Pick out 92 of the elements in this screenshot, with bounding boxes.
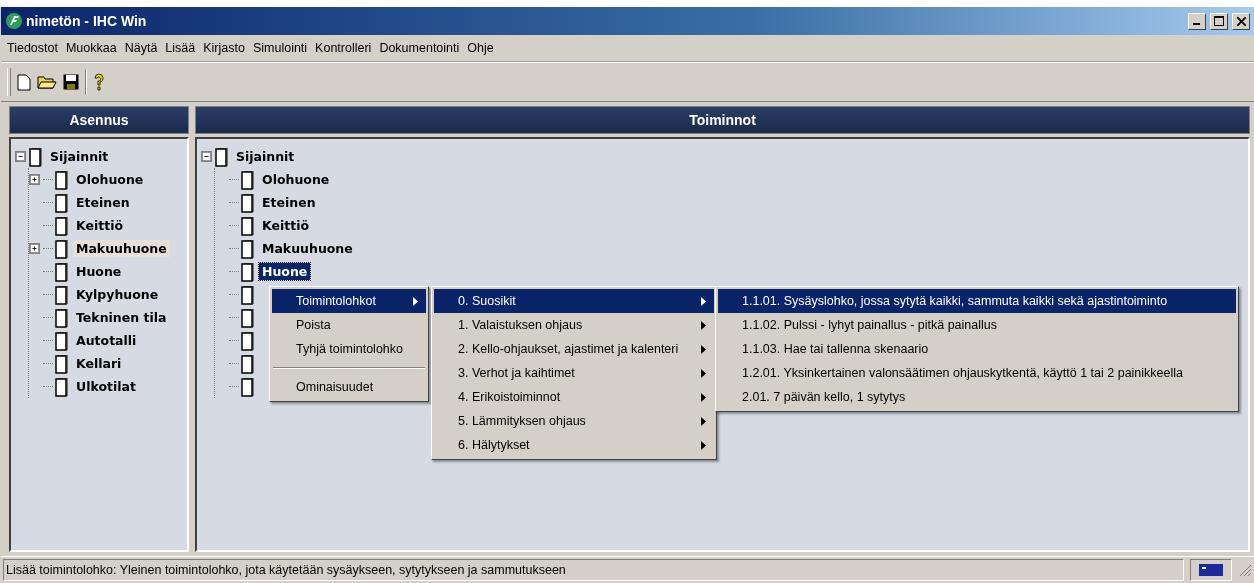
panel-header: Toiminnot [195, 106, 1250, 134]
tree-item[interactable]: Eteinen [259, 194, 319, 211]
tree-item[interactable]: Ulkotilat [73, 378, 139, 395]
menu-item[interactable]: 3. Verhot ja kaihtimet [434, 361, 714, 385]
menu-item[interactable]: Poista [272, 313, 426, 337]
menu-item[interactable]: 5. Lämmityksen ohjaus [434, 409, 714, 433]
menu-item[interactable]: Lisää [161, 41, 200, 55]
room-icon [241, 307, 255, 328]
tree-item[interactable]: Sijainnit [233, 148, 298, 165]
menu-item[interactable]: 2. Kello-ohjaukset, ajastimet ja kalenteri [434, 337, 714, 361]
menu-item[interactable]: 4. Erikoistoiminnot [434, 385, 714, 409]
room-icon [55, 284, 69, 305]
menu-item[interactable]: 1.2.01. Yksinkertainen valonsäätimen ohjauskytkentä, käyttö 1 tai 2 painikkeella [718, 361, 1236, 385]
collapse-toggle[interactable] [201, 151, 212, 162]
room-icon [241, 192, 255, 213]
submenu-arrow-icon [701, 344, 706, 354]
tree-item[interactable]: Sijainnit [47, 148, 112, 165]
menu-item[interactable]: Simulointi [248, 41, 312, 55]
room-icon [241, 261, 255, 282]
close-button[interactable] [1232, 12, 1250, 30]
tree-item[interactable]: Keittiö [73, 217, 127, 234]
submenu-arrow-icon [701, 296, 706, 306]
menu-item[interactable]: Tyhjä toimintolohko [272, 337, 426, 361]
tree-item[interactable]: Makuuhuone [259, 240, 356, 257]
connection-indicator-icon [1199, 564, 1223, 576]
tree-item[interactable]: Kylpyhuone [73, 286, 162, 303]
menu-item[interactable]: Dokumentointi [375, 41, 464, 55]
menu-item[interactable]: 1.1.01. Sysäyslohko, jossa sytytä kaikki, sammuta kaikki sekä ajastintoiminto [718, 289, 1236, 313]
tree-item[interactable]: Kellari [73, 355, 125, 372]
room-icon [29, 146, 43, 167]
tree-item[interactable]: Huone [73, 263, 125, 280]
room-icon [241, 376, 255, 397]
expand-toggle[interactable] [29, 174, 40, 185]
tree-item[interactable]: Huone [259, 263, 311, 280]
menu-item[interactable]: Kontrolleri [311, 41, 376, 55]
menu-item[interactable]: 2.01. 7 päivän kello, 1 sytytys [718, 385, 1236, 409]
submenu-arrow-icon [701, 320, 706, 330]
menu-item[interactable]: 0. Suosikit [434, 289, 714, 313]
open-folder-icon [37, 76, 57, 89]
tree-item[interactable]: Tekninen tila [73, 309, 170, 326]
room-icon [241, 353, 255, 374]
room-icon [241, 215, 255, 236]
room-icon [55, 238, 69, 259]
tree-item[interactable]: Eteinen [73, 194, 133, 211]
room-icon [55, 307, 69, 328]
room-icon [241, 330, 255, 351]
menu-item[interactable]: Ominaisuudet [272, 375, 426, 399]
tree-item[interactable]: Olohuone [259, 171, 333, 188]
menu-item[interactable]: Toimintolohkot [272, 289, 426, 313]
maximize-button[interactable] [1210, 12, 1228, 30]
menu-item[interactable]: Kirjasto [199, 41, 249, 55]
app-logo-icon [5, 12, 23, 30]
panel-header: Asennus [9, 106, 189, 134]
room-icon [241, 284, 255, 305]
tree-item[interactable]: Keittiö [259, 217, 313, 234]
new-file-icon[interactable] [17, 73, 31, 91]
room-icon [55, 376, 69, 397]
resize-grip-icon[interactable] [1238, 563, 1252, 577]
room-icon [241, 238, 255, 259]
submenu-arrow-icon [701, 440, 706, 450]
minimize-button[interactable] [1188, 12, 1206, 30]
maximize-icon [1214, 16, 1224, 26]
help-icon[interactable] [93, 72, 105, 92]
room-icon [55, 353, 69, 374]
tree-item[interactable]: Olohuone [73, 171, 147, 188]
menu-item[interactable]: 1.1.03. Hae tai tallenna skenaario [718, 337, 1236, 361]
tree-item[interactable]: Autotalli [73, 332, 140, 349]
window-title: nimetön - IHC Win [26, 13, 148, 29]
room-icon [55, 215, 69, 236]
room-icon [55, 169, 69, 190]
menu-item[interactable]: 1. Valaistuksen ohjaus [434, 313, 714, 337]
close-icon [1236, 16, 1246, 26]
submenu-arrow-icon [701, 368, 706, 378]
menu-item[interactable]: Tiedostot [3, 41, 62, 55]
submenu-arrow-icon [413, 296, 418, 306]
room-icon [55, 261, 69, 282]
room-icon [55, 192, 69, 213]
room-icon [241, 169, 255, 190]
open-folder-icon[interactable] [37, 74, 57, 90]
menu-item[interactable]: Näytä [120, 41, 162, 55]
expand-toggle[interactable] [29, 243, 40, 254]
collapse-toggle[interactable] [15, 151, 26, 162]
room-icon [215, 146, 229, 167]
menu-item[interactable]: Ohje [463, 41, 498, 55]
submenu-arrow-icon [701, 416, 706, 426]
menu-item[interactable]: 6. Hälytykset [434, 433, 714, 457]
status-text: Lisää toimintolohko: Yleinen toimintolohko, jota käytetään sysäykseen, sytytykseen ja sammutukseen [3, 559, 1184, 581]
menu-item[interactable]: Muokkaa [61, 41, 121, 55]
menu-item[interactable]: 1.1.02. Pulssi - lyhyt painallus - pitkä painallus [718, 313, 1236, 337]
tree-item[interactable]: Makuuhuone [73, 240, 170, 257]
submenu-arrow-icon [701, 392, 706, 402]
room-icon [55, 330, 69, 351]
